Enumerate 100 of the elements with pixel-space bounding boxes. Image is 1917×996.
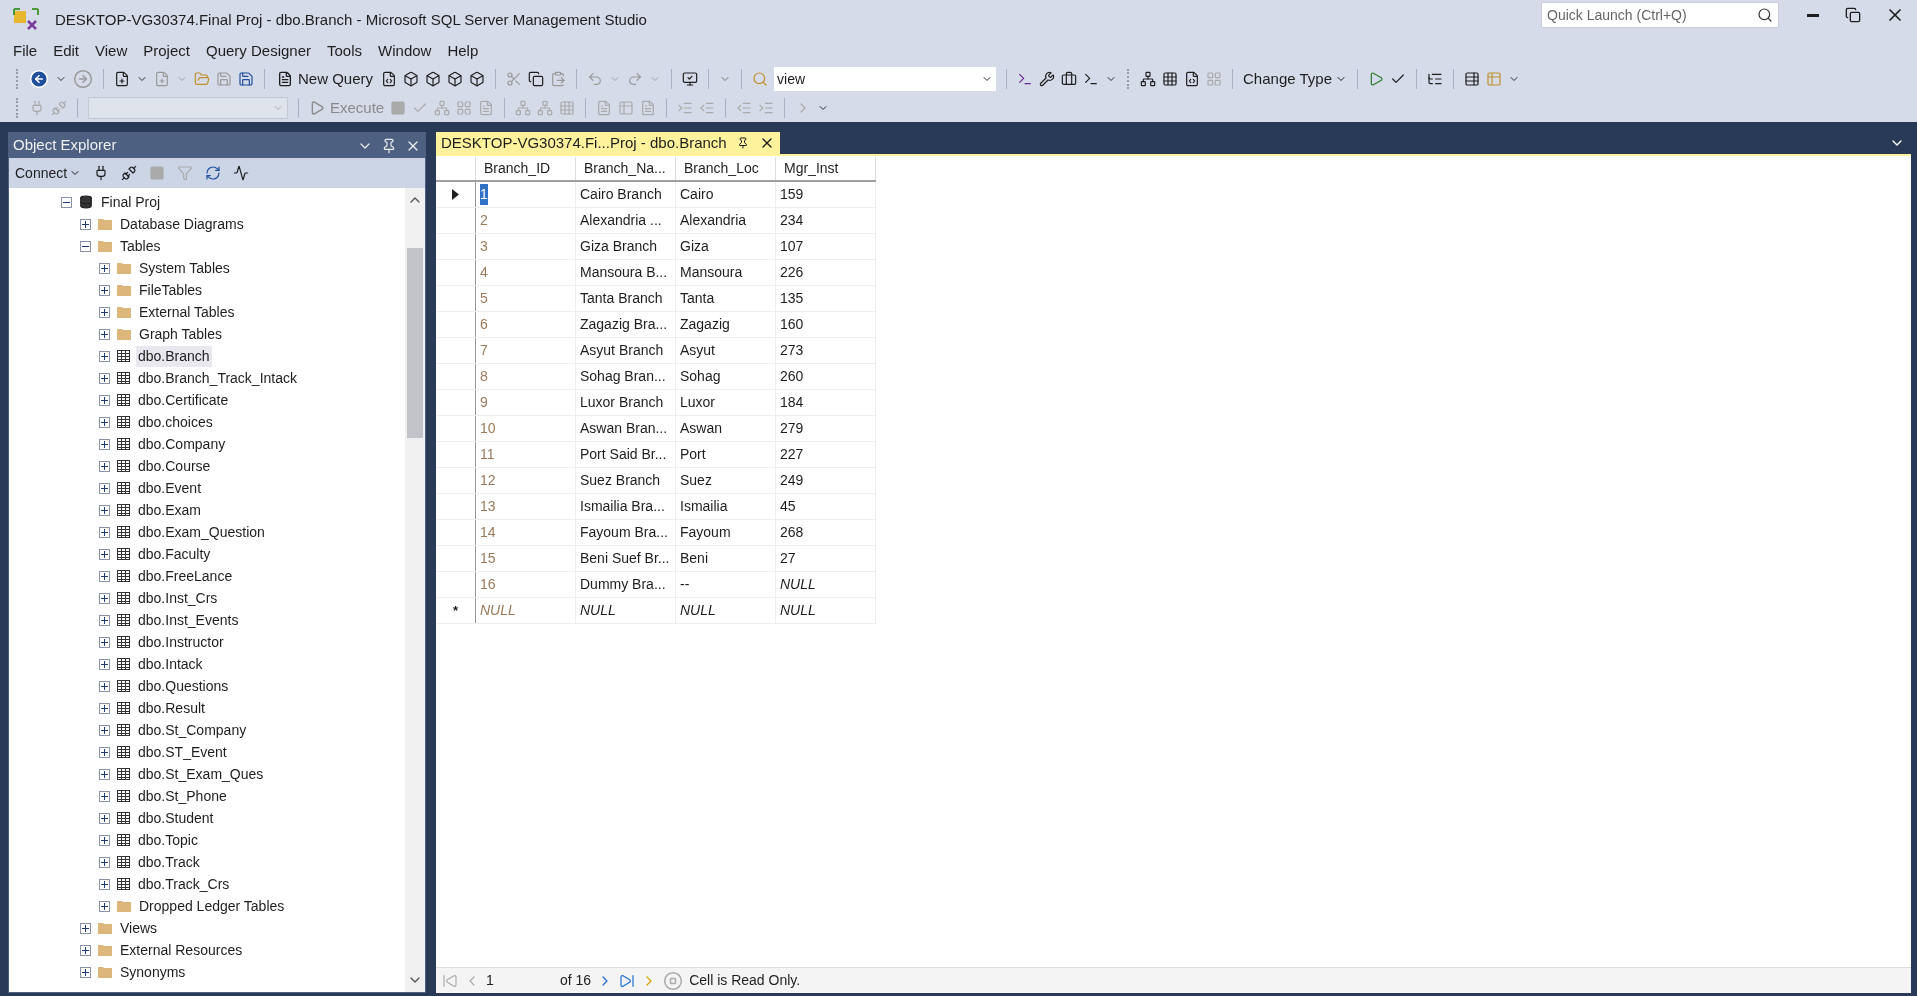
tree-item[interactable]: dbo.St_Company (136, 719, 249, 741)
menu-item[interactable]: Tools (319, 39, 371, 63)
expander-icon[interactable] (99, 438, 110, 450)
table-cell[interactable]: 279 (780, 418, 804, 439)
expander-icon[interactable] (80, 240, 91, 252)
tree-item[interactable]: dbo.Intack (136, 653, 205, 675)
expander-icon[interactable] (99, 724, 110, 736)
table-cell[interactable]: 27 (780, 548, 796, 569)
table-cell[interactable]: Port (680, 444, 706, 465)
table-cell[interactable]: Luxor (680, 392, 716, 413)
tree-item[interactable]: dbo.Inst_Events (136, 609, 241, 631)
table-cell[interactable]: Luxor Branch (580, 392, 664, 413)
tree-item[interactable]: dbo.Inst_Crs (136, 587, 220, 609)
expander-icon[interactable] (99, 460, 110, 472)
expander-icon[interactable] (99, 900, 110, 912)
table-cell[interactable]: 2 (480, 210, 488, 231)
table-cell[interactable]: Suez (680, 470, 712, 491)
table-cell[interactable]: NULL (580, 600, 616, 621)
expander-icon[interactable] (99, 768, 110, 780)
menu-item[interactable]: View (87, 39, 136, 63)
table-cell[interactable]: 15 (480, 548, 496, 569)
table-cell[interactable]: 13 (480, 496, 496, 517)
monitor-icon[interactable] (682, 71, 699, 87)
expander-icon[interactable] (80, 966, 91, 978)
quick-launch-box[interactable]: Quick Launch (Ctrl+Q) (1541, 2, 1779, 28)
tree-item[interactable]: dbo.Company (136, 433, 228, 455)
expander-icon[interactable] (80, 944, 91, 956)
column-header[interactable]: Branch_ID (476, 157, 576, 180)
table-cell[interactable]: Sohag (680, 366, 721, 387)
tree-item[interactable]: Database Diagrams (118, 213, 246, 235)
grid-icon[interactable] (1162, 71, 1179, 87)
table-cell[interactable]: 12 (480, 470, 496, 491)
table-cell[interactable]: NULL (780, 574, 816, 595)
search-icon[interactable] (1757, 7, 1773, 23)
connect-button[interactable]: Connect (15, 162, 82, 184)
table-cell[interactable]: 45 (780, 496, 796, 517)
tree-item[interactable]: dbo.Course (136, 455, 213, 477)
tree-item[interactable]: Graph Tables (137, 323, 224, 345)
table-cell[interactable]: NULL (780, 600, 816, 621)
tree-item[interactable]: dbo.Certificate (136, 389, 231, 411)
tree-item[interactable]: Views (118, 917, 160, 939)
tree-item[interactable]: Dropped Ledger Tables (137, 895, 287, 917)
table-cell[interactable]: Beni (680, 548, 709, 569)
menu-item[interactable]: Help (439, 39, 487, 63)
diagram-icon[interactable] (1140, 71, 1157, 87)
expander-icon[interactable] (99, 614, 110, 626)
table-cell[interactable]: Giza (680, 236, 709, 257)
table-cell[interactable]: 234 (780, 210, 804, 231)
table-cell[interactable]: Cairo Branch (580, 184, 662, 205)
column-header[interactable]: Branch_Na... (576, 157, 676, 180)
menu-item[interactable]: Query Designer (197, 39, 319, 63)
tree-item[interactable]: dbo.Exam_Question (136, 521, 267, 543)
change-type-button[interactable]: Change Type (1243, 67, 1347, 91)
tree-item[interactable]: dbo.Faculty (136, 543, 213, 565)
table-cell[interactable]: Zagazig Bra... (580, 314, 668, 335)
add-table-icon[interactable] (1464, 71, 1480, 87)
tree-item[interactable]: dbo.Track_Crs (136, 873, 232, 895)
menu-item[interactable]: File (5, 39, 46, 63)
expander-icon[interactable] (99, 570, 110, 582)
table-cell[interactable]: 268 (780, 522, 804, 543)
table-cell[interactable]: Dummy Bra... (580, 574, 666, 595)
table-cell[interactable]: 3 (480, 236, 488, 257)
record-number-field[interactable]: 1 (486, 970, 546, 991)
tree-item[interactable]: dbo.Topic (136, 829, 200, 851)
table-cell[interactable]: 4 (480, 262, 488, 283)
column-header[interactable]: Mgr_Inst (776, 157, 876, 180)
tree-item[interactable]: dbo.Student (136, 807, 216, 829)
expander-icon[interactable] (99, 394, 110, 406)
table-cell[interactable]: 11 (480, 444, 495, 465)
new-file-icon[interactable] (114, 71, 130, 87)
table-cell[interactable]: 5 (480, 288, 488, 309)
tree-item[interactable]: Synonyms (118, 961, 188, 983)
table-cell[interactable]: 107 (780, 236, 804, 257)
table-cell[interactable]: 1 (480, 184, 488, 205)
table-cell[interactable]: Cairo (680, 184, 714, 205)
expander-icon[interactable] (99, 284, 110, 296)
expander-icon[interactable] (99, 746, 110, 758)
toolbox-icon[interactable] (1061, 71, 1078, 87)
table-cell[interactable]: 9 (480, 392, 488, 413)
expander-icon[interactable] (99, 658, 110, 670)
table-cell[interactable]: NULL (680, 600, 716, 621)
expander-icon[interactable] (99, 592, 110, 604)
expander-icon[interactable] (99, 526, 110, 538)
tree-item[interactable]: External Resources (118, 939, 245, 961)
table-cell[interactable]: -- (680, 574, 690, 595)
tree-item[interactable]: dbo.choices (136, 411, 215, 433)
table-cell[interactable]: 260 (780, 366, 804, 387)
last-record-icon[interactable] (619, 972, 636, 989)
expander-icon[interactable] (99, 834, 110, 846)
tree-item[interactable]: dbo.Branch_Track_Intack (136, 367, 299, 389)
pin-icon[interactable] (736, 137, 749, 149)
table-cell[interactable]: Tanta Branch (580, 288, 663, 309)
expander-icon[interactable] (99, 636, 110, 648)
table-cell[interactable]: Fayoum (680, 522, 731, 543)
table-cell[interactable]: 226 (780, 262, 804, 283)
tree-item[interactable]: dbo.Result (136, 697, 207, 719)
sql-icon[interactable] (1184, 71, 1201, 87)
cube-icon[interactable] (403, 71, 420, 87)
expander-icon[interactable] (80, 218, 91, 230)
terminal-icon[interactable] (1083, 71, 1100, 87)
